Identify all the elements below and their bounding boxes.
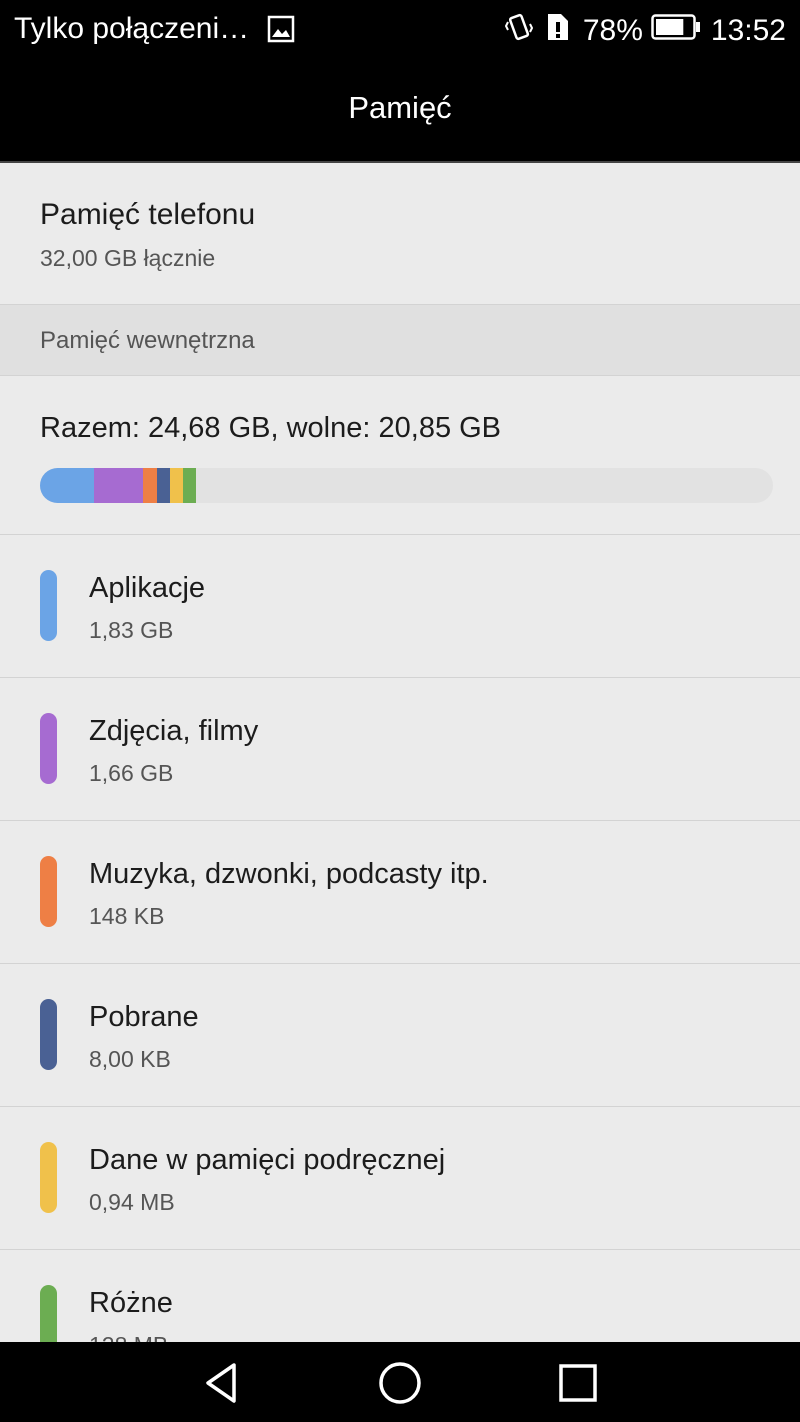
category-size: 1,83 GB bbox=[89, 617, 174, 643]
battery-icon bbox=[651, 14, 701, 48]
category-item[interactable]: Pobrane 8,00 KB bbox=[0, 964, 800, 1107]
battery-percent: 78% bbox=[582, 14, 643, 47]
category-item[interactable]: Zdjęcia, filmy 1,66 GB bbox=[0, 678, 800, 821]
category-name: Dane w pamięci podręcznej bbox=[89, 1144, 446, 1176]
usage-segment bbox=[40, 468, 95, 503]
status-bar: Tylko połączeni… 78% 13:52 bbox=[0, 0, 800, 58]
category-color-swatch bbox=[40, 1142, 57, 1213]
recent-apps-button[interactable] bbox=[553, 1358, 603, 1408]
section-label: Pamięć wewnętrzna bbox=[40, 327, 255, 354]
status-right: 78% 13:52 bbox=[504, 12, 786, 50]
storage-total-text: Razem: 24,68 GB, wolne: 20,85 GB bbox=[40, 412, 502, 444]
category-name: Aplikacje bbox=[89, 572, 206, 604]
storage-screen: Tylko połączeni… 78% 13:52 Pamięć Pamięć… bbox=[0, 0, 800, 1422]
storage-usage-bar bbox=[40, 468, 773, 503]
usage-segment bbox=[156, 468, 170, 503]
image-icon bbox=[267, 15, 295, 43]
recent-apps-icon bbox=[559, 1364, 597, 1402]
category-color-swatch bbox=[40, 570, 57, 641]
home-icon bbox=[379, 1362, 421, 1404]
category-name: Różne bbox=[89, 1287, 173, 1319]
category-name: Zdjęcia, filmy bbox=[89, 715, 259, 747]
category-item[interactable]: Muzyka, dzwonki, podcasty itp. 148 KB bbox=[0, 821, 800, 964]
category-color-swatch bbox=[40, 999, 57, 1070]
usage-segment bbox=[182, 468, 197, 503]
clock: 13:52 bbox=[710, 14, 786, 47]
page-title: Pamięć bbox=[348, 90, 452, 125]
title-bar: Pamięć bbox=[0, 58, 800, 161]
storage-category-list: Aplikacje 1,83 GB Zdjęcia, filmy 1,66 GB Muz… bbox=[0, 535, 800, 1393]
category-item[interactable]: Aplikacje 1,83 GB bbox=[0, 535, 800, 678]
home-button[interactable] bbox=[375, 1358, 425, 1408]
category-name: Pobrane bbox=[89, 1001, 199, 1033]
category-name: Muzyka, dzwonki, podcasty itp. bbox=[89, 858, 489, 890]
back-icon bbox=[206, 1363, 236, 1403]
carrier-text: Tylko połączeni… bbox=[14, 12, 250, 45]
category-item[interactable]: Dane w pamięci podręcznej 0,94 MB bbox=[0, 1107, 800, 1250]
category-size: 0,94 MB bbox=[89, 1189, 175, 1215]
phone-memory-title: Pamięć telefonu bbox=[40, 198, 256, 231]
back-button[interactable] bbox=[197, 1358, 247, 1408]
navigation-bar bbox=[0, 1342, 800, 1422]
vibrate-icon bbox=[504, 12, 533, 50]
sim-alert-icon bbox=[545, 12, 571, 50]
phone-memory-capacity: 32,00 GB łącznie bbox=[40, 245, 216, 271]
category-color-swatch bbox=[40, 713, 57, 784]
internal-memory-header: Pamięć wewnętrzna bbox=[0, 304, 800, 376]
category-size: 148 KB bbox=[89, 903, 165, 929]
category-size: 8,00 KB bbox=[89, 1046, 171, 1072]
usage-segment bbox=[94, 468, 144, 503]
phone-memory-item[interactable]: Pamięć telefonu 32,00 GB łącznie bbox=[0, 163, 800, 304]
usage-segment bbox=[169, 468, 183, 503]
category-color-swatch bbox=[40, 856, 57, 927]
category-size: 1,66 GB bbox=[89, 760, 174, 786]
storage-summary: Razem: 24,68 GB, wolne: 20,85 GB bbox=[0, 376, 800, 535]
usage-segment bbox=[143, 468, 157, 503]
status-left: Tylko połączeni… bbox=[14, 12, 295, 46]
